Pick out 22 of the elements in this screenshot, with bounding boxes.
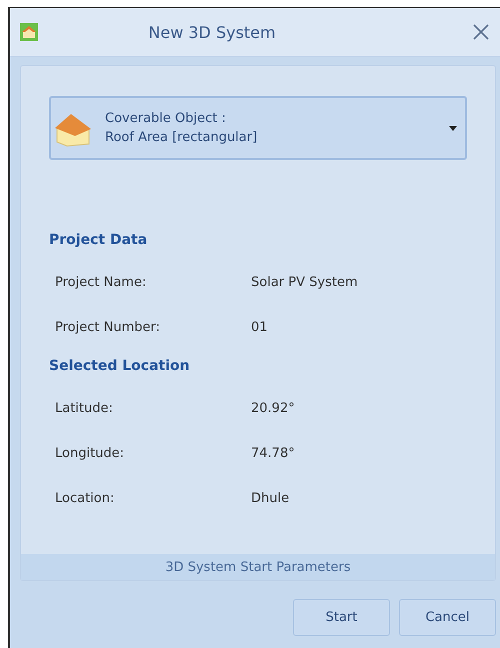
- panel-caption: 3D System Start Parameters: [21, 554, 495, 580]
- section-heading: Project Data: [49, 232, 148, 248]
- start-button[interactable]: Start: [293, 599, 390, 636]
- window-title: New 3D System: [147, 22, 277, 42]
- field-value: 01: [251, 320, 268, 335]
- close-icon: [473, 24, 489, 40]
- field-label: Location:: [55, 491, 116, 506]
- field-label: Project Number:: [55, 320, 161, 335]
- dropdown-label: Coverable Object :: [105, 110, 227, 128]
- cancel-button[interactable]: Cancel: [399, 599, 496, 636]
- field-label: Project Name:: [55, 275, 148, 290]
- section-heading: Selected Location: [49, 358, 191, 374]
- house-icon: [20, 23, 38, 41]
- object-dropdown[interactable]: Coverable Object : Roof Area [rectangular]: [49, 96, 467, 160]
- field-label: Latitude:: [55, 401, 114, 416]
- dropdown-value: Roof Area [rectangular]: [105, 129, 258, 147]
- field-value: Solar PV System: [251, 275, 358, 290]
- field-value: 74.78°: [251, 446, 295, 461]
- caret-icon: [449, 126, 457, 130]
- field-value: Dhule: [251, 491, 290, 506]
- field-value: 20.92°: [251, 401, 295, 416]
- field-label: Longitude:: [55, 446, 126, 461]
